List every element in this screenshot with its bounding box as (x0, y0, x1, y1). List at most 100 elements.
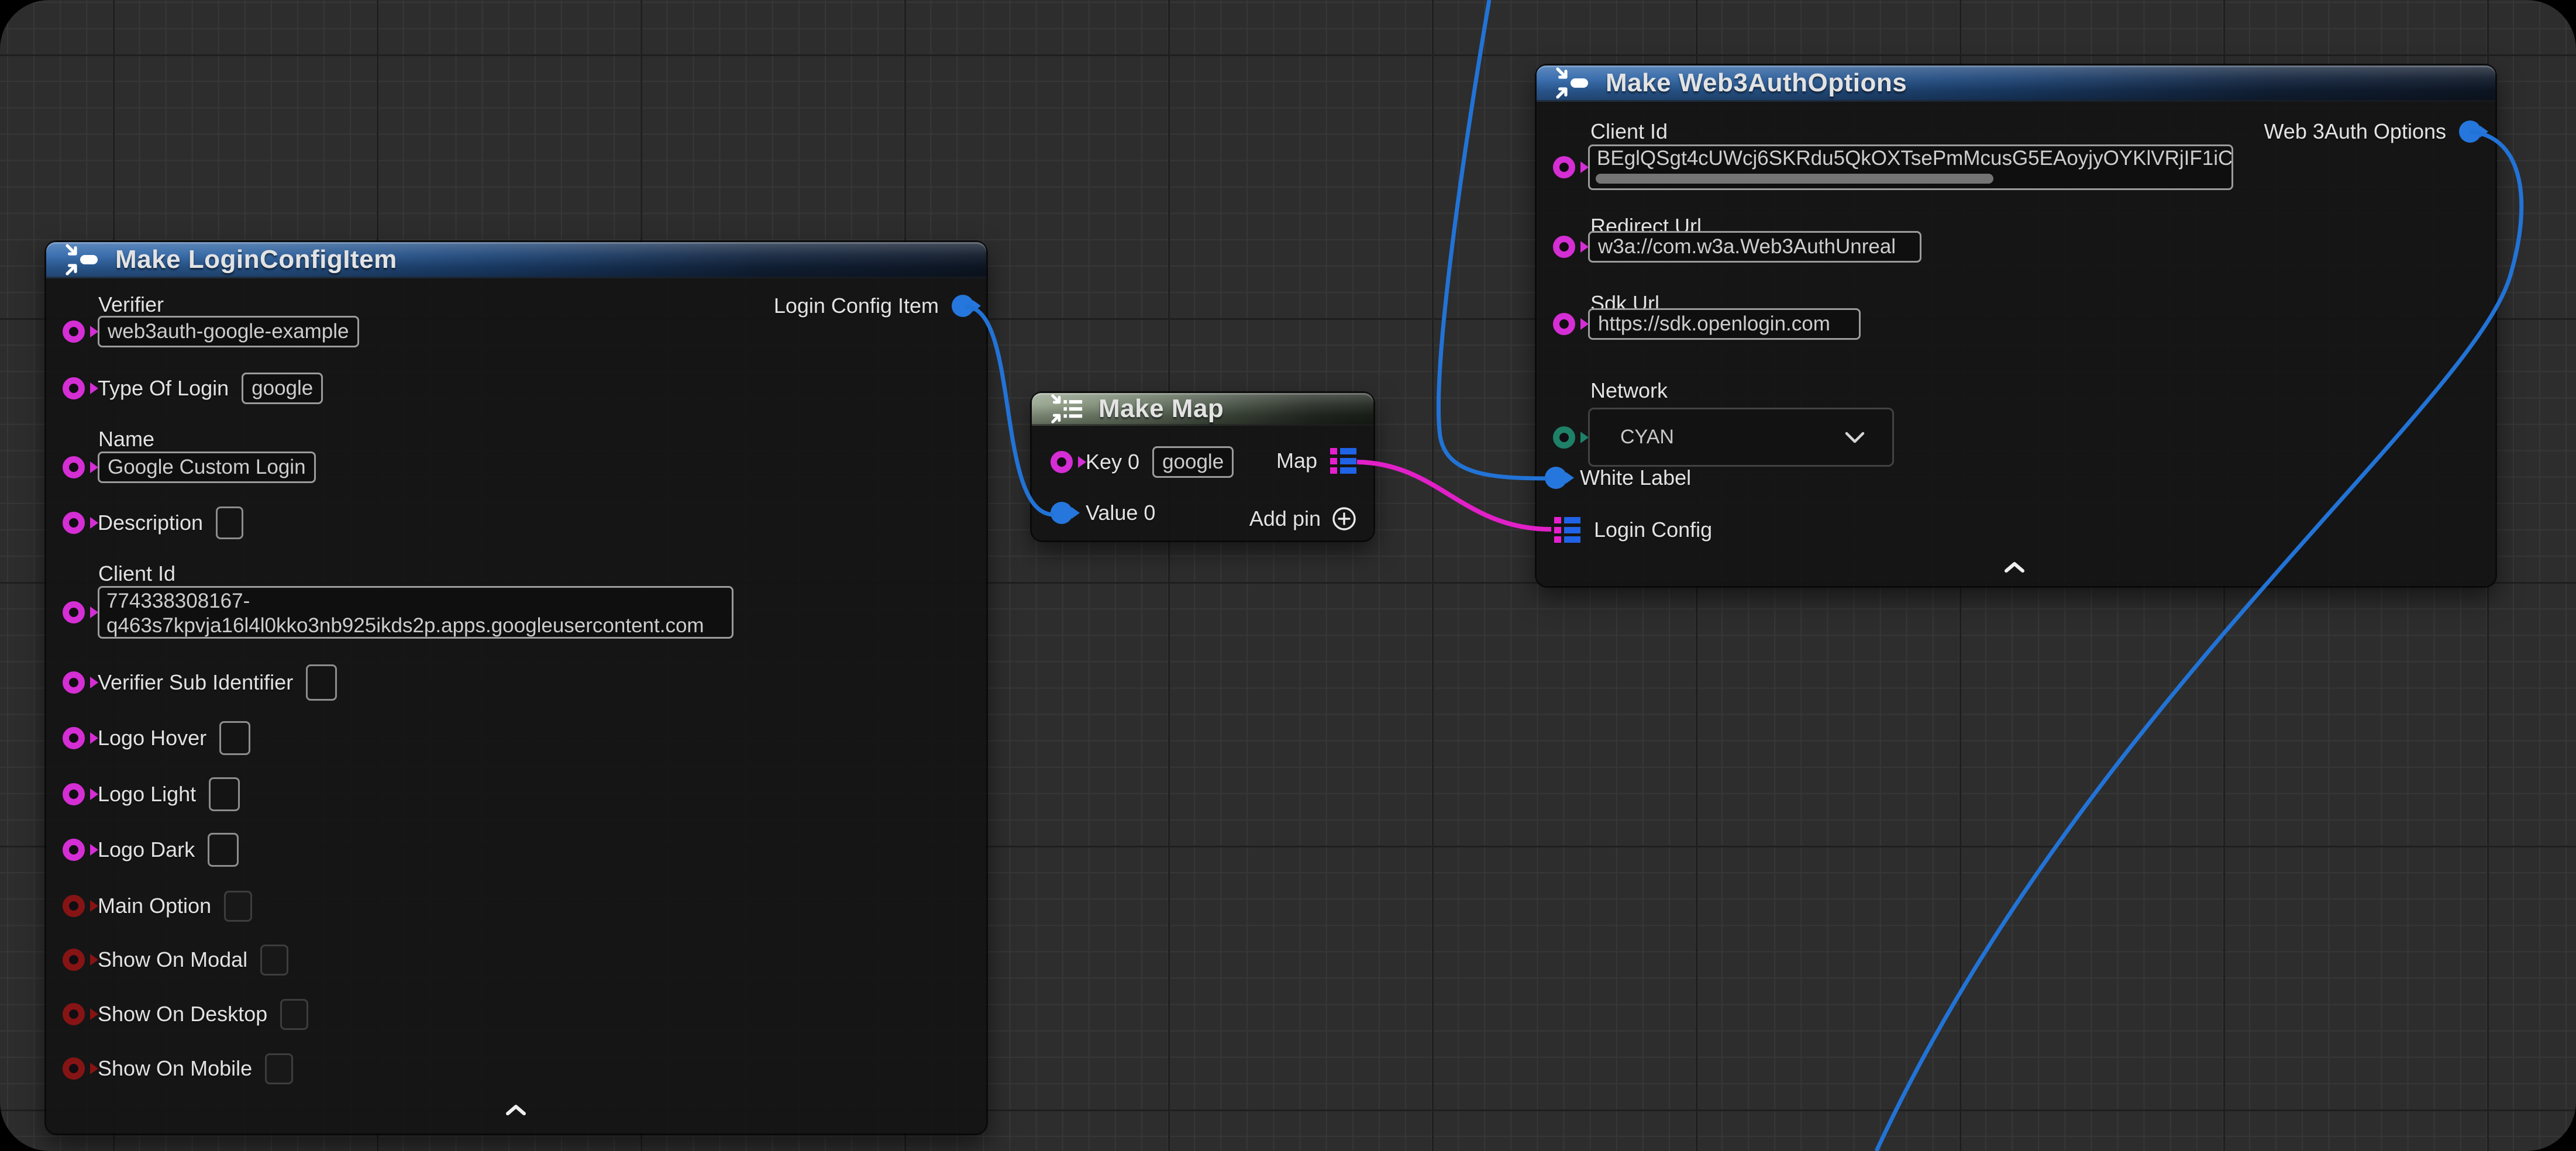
pin-label: Logo Light (98, 782, 196, 807)
node-header: Make Map (1032, 393, 1373, 426)
name-input[interactable]: Google Custom Login (98, 452, 316, 483)
wire-map-to-login-config[interactable] (1357, 462, 1551, 529)
node-make-web3authoptions[interactable]: Make Web3AuthOptions Web 3Auth Options C… (1537, 66, 2495, 586)
sdk-url-pin[interactable] (1553, 313, 1575, 335)
white-label-pin[interactable] (1545, 467, 1567, 489)
client-id-line2: q463s7kpvja16l4l0kko3nb925ikds2p.apps.go… (106, 614, 725, 638)
redirect-url-pin[interactable] (1553, 236, 1575, 258)
node-title: Make Web3AuthOptions (1606, 68, 1907, 98)
logo-light-pin[interactable] (63, 783, 85, 805)
pin-label: Map (1276, 449, 1317, 473)
pin-label-client-id: Client Id (1590, 119, 1668, 144)
client-id-text: BEglQSgt4cUWcj6SKRdu5QkOXTsePmMcusG5EAoy… (1597, 146, 2224, 171)
pin-row-name: Google Custom Login (63, 451, 316, 484)
logo-dark-input[interactable] (208, 833, 239, 867)
show-on-mobile-checkbox[interactable] (265, 1053, 293, 1084)
pin-label: Main Option (98, 894, 211, 918)
main-option-checkbox[interactable] (224, 891, 252, 922)
pin-label-name: Name (98, 427, 154, 452)
pin-label: Type Of Login (98, 376, 229, 401)
logo-light-input[interactable] (209, 777, 240, 811)
make-map-icon (1047, 392, 1087, 425)
network-selected-value: CYAN (1620, 426, 1674, 449)
node-header: Make LoginConfigItem (46, 242, 986, 278)
pin-label: White Label (1580, 466, 1691, 490)
pin-row-map-output: Map (1276, 444, 1357, 477)
node-header: Make Web3AuthOptions (1537, 66, 2495, 102)
client-id-input[interactable]: 774338308167- q463s7kpvja16l4l0kko3nb925… (98, 586, 733, 639)
show-on-mobile-pin[interactable] (63, 1057, 85, 1080)
type-of-login-input[interactable]: google (242, 373, 323, 404)
network-pin[interactable] (1553, 426, 1575, 449)
client-id-horizontal-scrollbar[interactable] (1596, 174, 1993, 184)
pin-row-show-on-mobile: Show On Mobile (63, 1052, 293, 1085)
network-dropdown[interactable]: CYAN (1588, 408, 1894, 467)
collapse-node-chevron-up-icon[interactable] (2003, 560, 2026, 574)
verifier-pin[interactable] (63, 321, 85, 343)
pin-label: Logo Hover (98, 726, 206, 750)
dropdown-chevron-down-icon (1843, 430, 1866, 445)
add-pin-plus-icon (1331, 506, 1357, 532)
verifier-input[interactable]: web3auth-google-example (98, 316, 359, 347)
show-on-modal-pin[interactable] (63, 949, 85, 971)
show-on-desktop-pin[interactable] (63, 1003, 85, 1025)
pin-row-key-0: Key 0 google (1051, 446, 1234, 478)
pin-label: Show On Mobile (98, 1056, 252, 1081)
pin-label: Show On Desktop (98, 1002, 267, 1026)
show-on-desktop-checkbox[interactable] (280, 999, 308, 1030)
logo-hover-input[interactable] (219, 721, 250, 755)
pin-row-main-option: Main Option (63, 890, 252, 922)
pin-row-white-label: White Label (1545, 461, 1691, 494)
pin-row-show-on-modal: Show On Modal (63, 943, 288, 976)
pin-row-value-0: Value 0 (1051, 497, 1155, 529)
name-pin[interactable] (63, 456, 85, 478)
web3auth-options-output-pin[interactable] (2459, 120, 2481, 143)
pin-label: Web 3Auth Options (2264, 119, 2446, 144)
pin-label: Key 0 (1086, 450, 1139, 474)
show-on-modal-checkbox[interactable] (260, 945, 288, 976)
pin-row-show-on-desktop: Show On Desktop (63, 998, 308, 1031)
pin-row-verifier: web3auth-google-example (63, 315, 359, 348)
pin-label: Login Config Item (774, 294, 939, 318)
node-make-map[interactable]: Make Map Key 0 google Map Value 0 Add pi… (1032, 393, 1373, 540)
pin-row-network: CYAN (1553, 408, 1894, 467)
main-option-pin[interactable] (63, 895, 85, 917)
pin-label: Value 0 (1086, 501, 1155, 525)
client-id-pin[interactable] (63, 601, 85, 623)
logo-dark-pin[interactable] (63, 839, 85, 861)
pin-label: Logo Dark (98, 838, 195, 862)
make-struct-icon (1552, 66, 1594, 101)
pin-row-login-config-item-output: Login Config Item (774, 290, 974, 322)
pin-row-redirect-url: w3a://com.w3a.Web3AuthUnreal (1553, 230, 1921, 263)
value-0-pin[interactable] (1051, 502, 1073, 524)
blueprint-graph-canvas[interactable]: Make LoginConfigItem Login Config Item V… (0, 0, 2576, 1151)
collapse-node-chevron-up-icon[interactable] (504, 1103, 528, 1117)
pin-label-network: Network (1590, 378, 1668, 403)
wire-offscreen-to-white-label[interactable] (1438, 0, 1548, 478)
verifier-sub-identifier-pin[interactable] (63, 671, 85, 694)
pin-label: Verifier Sub Identifier (98, 670, 293, 695)
pin-label: Login Config (1594, 518, 1712, 542)
description-input[interactable] (216, 506, 243, 539)
key-0-pin[interactable] (1051, 451, 1073, 473)
type-of-login-pin[interactable] (63, 377, 85, 399)
pin-label: Description (98, 511, 203, 535)
sdk-url-input[interactable]: https://sdk.openlogin.com (1588, 308, 1861, 340)
pin-row-logo-dark: Logo Dark (63, 833, 239, 866)
key-0-input[interactable]: google (1152, 446, 1234, 478)
pin-row-logo-light: Logo Light (63, 778, 240, 811)
client-id-line1: 774338308167- (106, 589, 725, 614)
add-pin-button[interactable]: Add pin (1249, 502, 1357, 535)
login-config-item-output-pin[interactable] (952, 295, 974, 317)
map-output-pin[interactable] (1330, 448, 1357, 474)
login-config-map-pin[interactable] (1554, 517, 1581, 543)
verifier-sub-identifier-input[interactable] (306, 664, 337, 701)
logo-hover-pin[interactable] (63, 727, 85, 749)
pin-row-verifier-sub-identifier: Verifier Sub Identifier (63, 666, 337, 699)
client-id-pin[interactable] (1553, 156, 1575, 178)
description-pin[interactable] (63, 512, 85, 534)
redirect-url-input[interactable]: w3a://com.w3a.Web3AuthUnreal (1588, 231, 1921, 263)
pin-label-verifier: Verifier (98, 292, 164, 317)
client-id-input[interactable]: BEglQSgt4cUWcj6SKRdu5QkOXTsePmMcusG5EAoy… (1588, 144, 2233, 190)
node-make-loginconfigitem[interactable]: Make LoginConfigItem Login Config Item V… (46, 242, 986, 1133)
